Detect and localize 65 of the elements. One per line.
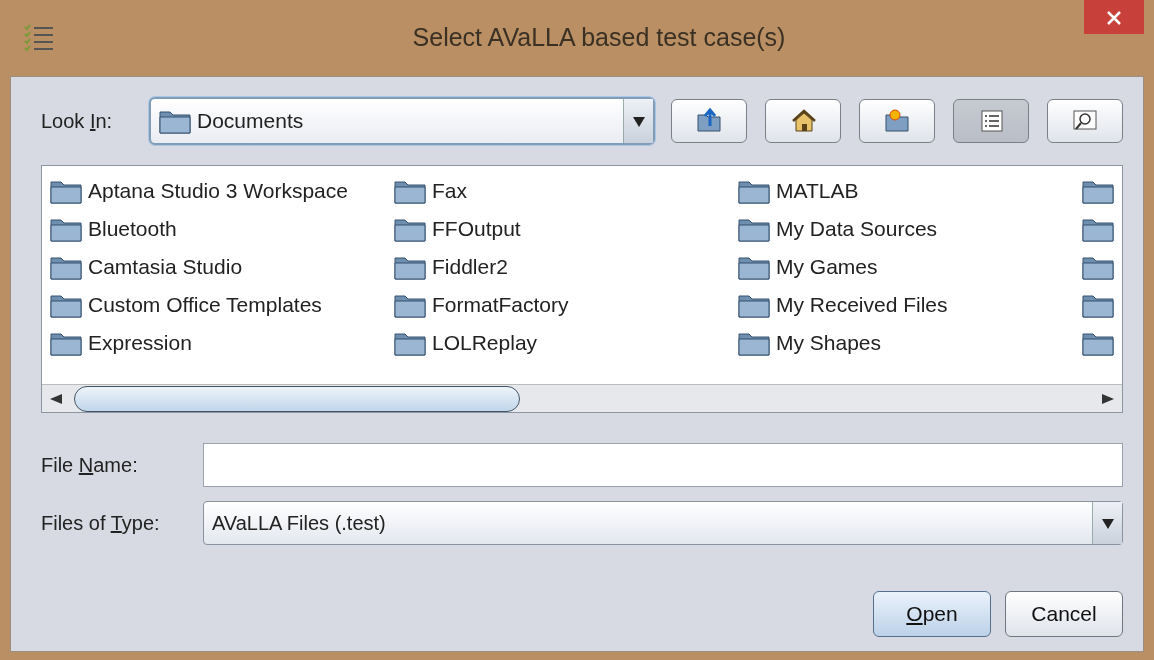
- folder-icon: [394, 216, 426, 242]
- files-of-type-label: Files of Type:: [41, 511, 161, 536]
- folder-name[interactable]: Fiddler2: [432, 251, 508, 283]
- folder-name[interactable]: FormatFactory: [432, 289, 569, 321]
- folder-icon: [1082, 330, 1114, 356]
- look-in-value: Documents: [197, 108, 304, 135]
- file-name-label: File Name:: [41, 453, 139, 478]
- dropdown-arrow-icon: [1101, 518, 1114, 529]
- new-folder-button[interactable]: [859, 99, 935, 143]
- folder-name[interactable]: My Shapes: [776, 327, 882, 359]
- folder-icon: [1082, 254, 1114, 280]
- close-button[interactable]: [1084, 0, 1144, 34]
- folder-name[interactable]: Fax: [432, 175, 467, 207]
- dropdown-arrow-icon: [632, 116, 645, 127]
- folder-icon: [50, 216, 82, 242]
- folder-name[interactable]: My Games: [776, 251, 878, 283]
- folder-icon: [50, 254, 82, 280]
- folder-icon: [738, 178, 770, 204]
- list-view-button[interactable]: [953, 99, 1029, 143]
- folder-icon: [738, 254, 770, 280]
- details-view-button[interactable]: [1047, 99, 1123, 143]
- home-button[interactable]: [765, 99, 841, 143]
- folder-icon: [394, 330, 426, 356]
- folder-name[interactable]: My Received Files: [776, 289, 948, 321]
- folder-icon: [394, 178, 426, 204]
- file-type-value: AVaLLA Files (.test): [211, 511, 387, 536]
- horizontal-scrollbar[interactable]: [42, 384, 1122, 412]
- folder-name[interactable]: Camtasia Studio: [88, 251, 243, 283]
- folder-icon: [394, 292, 426, 318]
- folder-name[interactable]: Custom Office Templates: [88, 289, 322, 321]
- folder-name[interactable]: Aptana Studio 3 Workspace: [88, 175, 348, 207]
- folder-name[interactable]: Expression: [88, 327, 192, 359]
- dropdown-button[interactable]: [623, 99, 653, 143]
- up-folder-icon: [695, 107, 723, 135]
- close-icon: [1107, 11, 1121, 25]
- up-folder-button[interactable]: [671, 99, 747, 143]
- scroll-right-icon[interactable]: [1102, 393, 1114, 404]
- folder-icon: [738, 330, 770, 356]
- file-type-dropdown[interactable]: AVaLLA Files (.test): [203, 501, 1123, 545]
- folder-name[interactable]: My Data Sources: [776, 213, 938, 245]
- folder-icon: [738, 292, 770, 318]
- look-in-dropdown[interactable]: Documents: [149, 97, 655, 145]
- open-button[interactable]: Open: [873, 591, 991, 637]
- folder-icon: [738, 216, 770, 242]
- new-folder-icon: [883, 107, 911, 135]
- folder-name[interactable]: LOLReplay: [432, 327, 538, 359]
- folder-name[interactable]: MATLAB: [776, 175, 859, 207]
- cancel-button[interactable]: Cancel: [1005, 591, 1123, 637]
- checklist-icon: [24, 24, 54, 52]
- folder-name[interactable]: Bluetooth: [88, 213, 177, 245]
- folder-icon: [1082, 178, 1114, 204]
- folder-name[interactable]: FFOutput: [432, 213, 521, 245]
- folder-icon: [50, 292, 82, 318]
- folder-icon: [50, 330, 82, 356]
- look-in-label: Look In:: [41, 109, 114, 134]
- file-name-field[interactable]: [203, 443, 1123, 487]
- folder-icon: [1082, 216, 1114, 242]
- folder-icon: [50, 178, 82, 204]
- folder-icon: [394, 254, 426, 280]
- scroll-left-icon[interactable]: [50, 393, 62, 404]
- window-title: Select AVaLLA based test case(s): [411, 22, 787, 54]
- folder-icon: [1082, 292, 1114, 318]
- scroll-thumb[interactable]: [74, 385, 520, 412]
- folder-icon: [159, 108, 191, 134]
- dropdown-button[interactable]: [1092, 502, 1122, 544]
